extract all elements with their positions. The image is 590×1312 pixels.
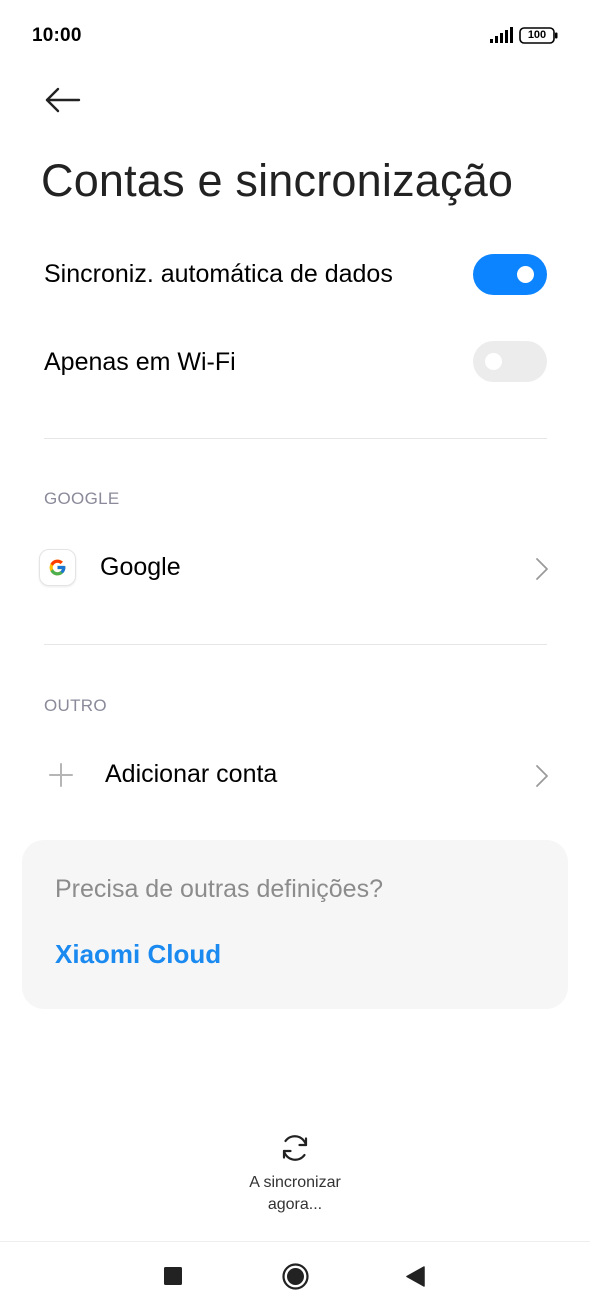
divider bbox=[44, 438, 547, 439]
wifi-only-row[interactable]: Apenas em Wi-Fi bbox=[0, 327, 590, 397]
plus-icon bbox=[49, 763, 73, 787]
nav-divider bbox=[0, 1241, 590, 1242]
auto-sync-toggle[interactable] bbox=[473, 254, 547, 295]
chevron-right-icon bbox=[536, 765, 548, 787]
auto-sync-label: Sincroniz. automática de dados bbox=[44, 260, 393, 288]
sync-icon bbox=[282, 1135, 308, 1161]
sync-now-button[interactable]: A sincronizar agora... bbox=[195, 1130, 395, 1220]
chevron-right-icon bbox=[536, 558, 548, 580]
google-account-row[interactable]: Google bbox=[0, 530, 590, 608]
xiaomi-cloud-link[interactable]: Xiaomi Cloud bbox=[55, 939, 221, 970]
status-time: 10:00 bbox=[32, 25, 82, 46]
nav-back-button[interactable] bbox=[406, 1266, 425, 1287]
toggle-knob bbox=[485, 353, 502, 370]
arrow-left-icon bbox=[45, 87, 81, 113]
recents-button[interactable] bbox=[164, 1267, 182, 1285]
back-button[interactable] bbox=[40, 80, 88, 120]
square-recents-icon bbox=[164, 1267, 182, 1285]
sync-status-text: A sincronizar agora... bbox=[195, 1172, 395, 1216]
circle-home-icon bbox=[282, 1263, 309, 1290]
google-g-icon bbox=[39, 549, 76, 586]
signal-icon bbox=[490, 27, 513, 43]
add-account-row[interactable]: Adicionar conta bbox=[0, 737, 590, 815]
section-header-other: OUTRO bbox=[44, 696, 107, 715]
battery-icon: 100 bbox=[519, 27, 559, 44]
home-button[interactable] bbox=[282, 1263, 309, 1290]
divider bbox=[44, 644, 547, 645]
wifi-only-toggle[interactable] bbox=[473, 341, 547, 382]
sync-status-line2: agora... bbox=[267, 1196, 323, 1213]
auto-sync-row[interactable]: Sincroniz. automática de dados bbox=[0, 240, 590, 310]
page-title: Contas e sincronização bbox=[41, 155, 514, 206]
more-settings-card: Precisa de outras definições? Xiaomi Clo… bbox=[22, 840, 568, 1009]
google-account-label: Google bbox=[100, 553, 181, 581]
section-header-google: GOOGLE bbox=[44, 489, 120, 508]
add-account-label: Adicionar conta bbox=[105, 760, 278, 788]
wifi-only-label: Apenas em Wi-Fi bbox=[44, 348, 236, 376]
card-hint: Precisa de outras definições? bbox=[55, 875, 383, 903]
sync-status-line1: A sincronizar bbox=[249, 1174, 341, 1191]
status-bar: 10:00 100 bbox=[0, 0, 590, 72]
toggle-knob bbox=[517, 266, 534, 283]
battery-level: 100 bbox=[527, 29, 547, 41]
triangle-back-icon bbox=[406, 1266, 425, 1287]
